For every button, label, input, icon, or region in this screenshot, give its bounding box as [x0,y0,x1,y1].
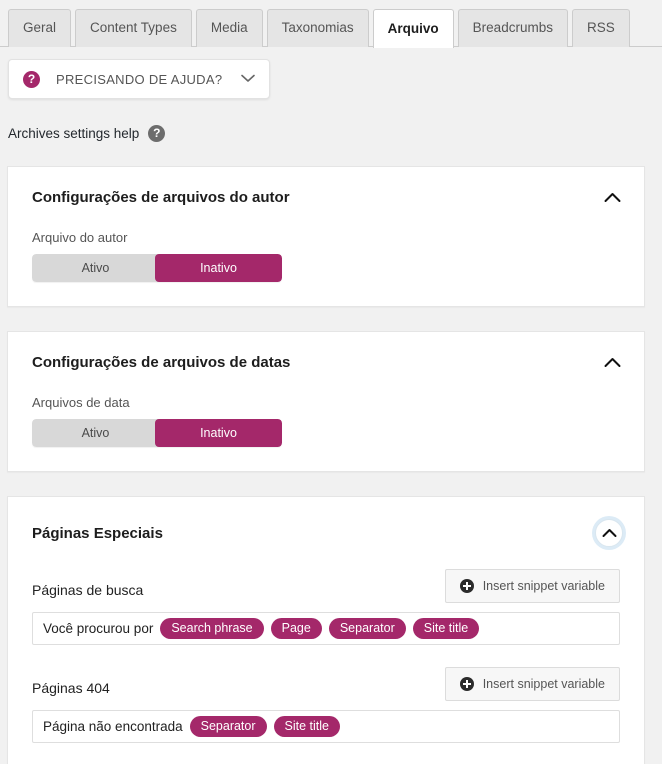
toggle-option-ativo[interactable]: Ativo [32,254,159,282]
snippet-pill-site-title[interactable]: Site title [412,618,480,639]
error-pages-prefix-text: Página não encontrada [43,719,183,734]
date-archive-field-label: Arquivos de data [32,395,130,410]
toggle-option-ativo[interactable]: Ativo [32,419,159,447]
error-pages-label: Páginas 404 [32,680,110,696]
search-pages-title-input[interactable]: Você procurou por Search phrase Page Sep… [32,612,620,645]
author-archives-card-header: Configurações de arquivos do autor [8,167,644,206]
question-mark-circle-icon[interactable]: ? [148,125,166,142]
error-pages-row-header: Páginas 404 Insert snippet variable [32,667,620,701]
needing-help-button[interactable]: ? PRECISANDO DE AJUDA? [8,59,270,99]
snippet-pill-site-title[interactable]: Site title [273,716,340,737]
tab-breadcrumbs[interactable]: Breadcrumbs [457,9,568,47]
snippet-pill-separator[interactable]: Separator [328,618,406,639]
help-dropdown-container: ? PRECISANDO DE AJUDA? [0,47,662,99]
card-title: Páginas Especiais [32,524,163,542]
card-title: Configurações de arquivos do autor [32,189,290,206]
snippet-pill-search-phrase[interactable]: Search phrase [160,618,264,639]
special-pages-card-header: Páginas Especiais [8,497,644,547]
plus-circle-icon [459,677,474,691]
card-title: Configurações de arquivos de datas [32,354,291,371]
insert-snippet-variable-label: Insert snippet variable [482,677,605,691]
tab-content-types[interactable]: Content Types [75,9,192,47]
snippet-pill-separator[interactable]: Separator [189,716,267,737]
author-archives-card: Configurações de arquivos do autor Arqui… [7,166,645,307]
archives-settings-help: Archives settings help ? [0,99,662,142]
search-pages-prefix-text: Você procurou por [43,621,154,636]
archives-settings-help-label: Archives settings help [8,126,140,141]
tab-arquivo[interactable]: Arquivo [372,9,454,48]
date-archives-card-header: Configurações de arquivos de datas [8,332,644,371]
insert-snippet-variable-button[interactable]: Insert snippet variable [444,569,620,603]
special-pages-card: Páginas Especiais Páginas de busca Inser… [7,496,645,764]
plus-circle-icon [459,579,474,593]
tab-taxonomias[interactable]: Taxonomias [266,9,369,47]
chevron-up-icon[interactable] [602,190,623,205]
date-archives-card-body: Arquivos de data Ativo Inativo [8,395,644,471]
insert-snippet-variable-button[interactable]: Insert snippet variable [444,667,620,701]
author-archive-field-label: Arquivo do autor [32,230,128,245]
date-archives-card: Configurações de arquivos de datas Arqui… [7,331,645,472]
special-pages-card-body: Páginas de busca Insert snippet variable… [8,569,644,764]
toggle-option-inativo[interactable]: Inativo [155,419,282,447]
search-pages-label: Páginas de busca [32,582,144,598]
search-pages-row-header: Páginas de busca Insert snippet variable [32,569,620,603]
needing-help-label: PRECISANDO DE AJUDA? [56,71,223,87]
chevron-down-icon [241,70,255,88]
snippet-pill-page[interactable]: Page [270,618,322,639]
author-archive-toggle[interactable]: Ativo Inativo [32,254,282,282]
tab-media[interactable]: Media [195,9,263,47]
question-mark-circle-icon: ? [23,70,40,88]
tab-geral[interactable]: Geral [8,9,72,47]
tab-rss[interactable]: RSS [571,9,630,47]
toggle-option-inativo[interactable]: Inativo [155,254,282,282]
error-pages-title-input[interactable]: Página não encontrada Separator Site tit… [32,710,620,743]
chevron-up-icon[interactable] [602,355,623,370]
insert-snippet-variable-label: Insert snippet variable [482,579,605,593]
date-archive-toggle[interactable]: Ativo Inativo [32,419,282,447]
chevron-up-icon[interactable] [595,519,623,547]
settings-tab-bar: Geral Content Types Media Taxonomias Arq… [0,0,662,48]
author-archives-card-body: Arquivo do autor Ativo Inativo [8,230,644,306]
